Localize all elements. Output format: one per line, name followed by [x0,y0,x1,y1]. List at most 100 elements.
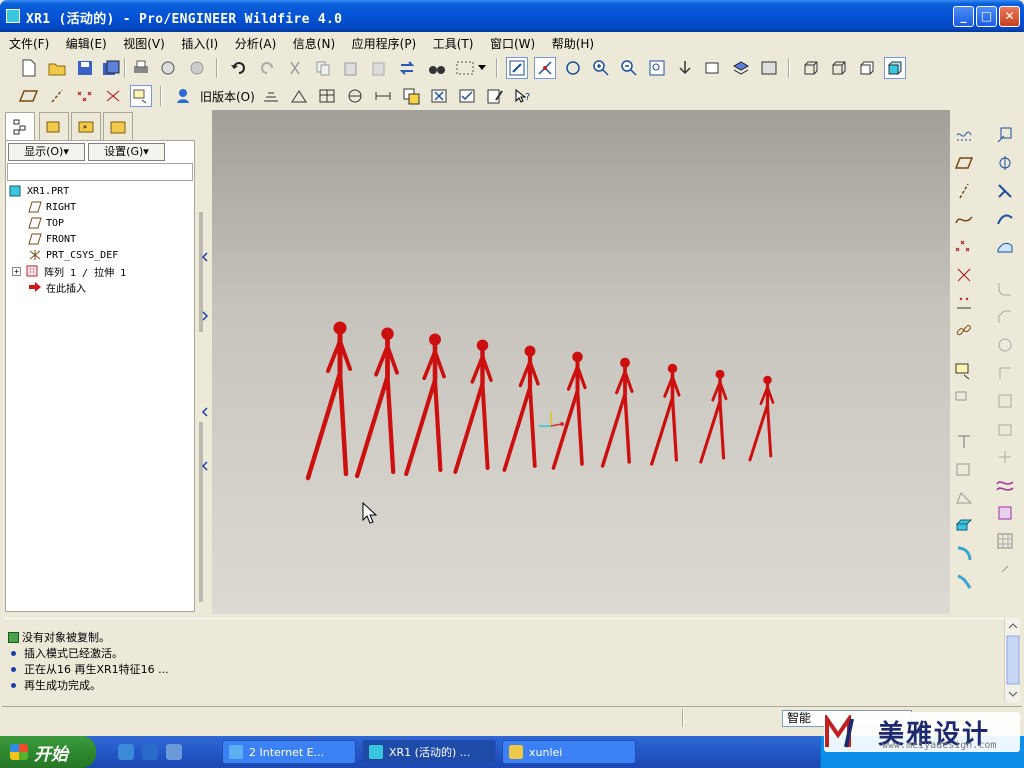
zoom-out-icon[interactable] [618,57,640,79]
rib-tool-icon[interactable] [953,486,975,508]
print-icon[interactable] [130,57,152,79]
find-icon[interactable] [426,57,448,79]
paste-icon[interactable] [340,57,362,79]
save-icon[interactable] [74,57,96,79]
shading-icon[interactable] [884,57,906,79]
revolve-tool-icon[interactable] [953,542,975,564]
legacy-version-label[interactable]: 旧版本(O) [200,88,255,105]
offset-tool-icon[interactable] [994,236,1016,258]
save-copy-icon[interactable] [100,57,122,79]
tab-favorites[interactable]: * [71,112,101,140]
reorient-icon[interactable] [674,57,696,79]
cross-section-icon[interactable] [344,85,366,107]
layers-icon[interactable] [730,57,752,79]
zoom-in-icon[interactable] [590,57,612,79]
menu-help[interactable]: 帮助(H) [545,32,600,52]
warp-tool-icon[interactable] [994,446,1016,468]
spin-center-icon[interactable] [534,57,556,79]
stick-figure[interactable] [502,345,540,472]
annotation-display-icon[interactable] [130,85,152,107]
minimize-button[interactable]: _ [953,6,974,27]
table-feature-icon[interactable] [316,85,338,107]
show-dropdown-button[interactable]: 显示(O)▾ [8,143,85,161]
sketch-datum-icon[interactable] [953,124,975,146]
menu-insert[interactable]: 插入(I) [174,32,224,52]
start-button[interactable]: 开始 [0,736,96,768]
hidden-line-icon[interactable] [828,57,850,79]
tree-item-part[interactable]: XR1.PRT [9,183,69,199]
context-help-icon[interactable] [172,85,194,107]
browser-quicklaunch-icon[interactable] [142,744,158,760]
annotation-tool-icon[interactable] [953,388,975,410]
trim-tool-icon[interactable] [994,208,1016,230]
pattern-tool-icon[interactable] [994,362,1016,384]
delete-box-icon[interactable] [428,85,450,107]
saved-views-icon[interactable] [702,57,724,79]
cut-icon[interactable] [284,57,306,79]
style-tool-icon[interactable] [994,474,1016,496]
stick-figure[interactable] [699,369,728,464]
menu-tools[interactable]: 工具(T) [426,32,480,52]
tab-model-tree[interactable] [5,112,35,141]
settings-dropdown-button[interactable]: 设置(G)▾ [88,143,165,161]
refit-icon[interactable] [646,57,668,79]
draft-tool-icon[interactable] [994,334,1016,356]
new-file-icon[interactable] [18,57,40,79]
menu-info[interactable]: 信息(N) [286,32,341,52]
tree-item-csys[interactable]: PRT_CSYS_DEF [28,247,118,263]
send-link-icon[interactable] [186,57,208,79]
taskbar-item-internet[interactable]: 2 Internet E... [222,740,356,764]
close-button[interactable]: ✕ [999,6,1020,27]
copy-icon[interactable] [312,57,334,79]
redo-icon[interactable] [256,57,278,79]
csys-tool-icon[interactable] [953,264,975,286]
tree-item-top[interactable]: TOP [28,215,64,231]
chamfer-tool-icon[interactable] [994,306,1016,328]
checklist-icon[interactable] [400,85,422,107]
tab-connections[interactable] [103,112,133,140]
ie-quicklaunch-icon[interactable] [118,744,134,760]
expand-icon[interactable]: + [12,266,21,276]
message-scrollbar[interactable] [1004,618,1020,702]
confirm-box-icon[interactable] [456,85,478,107]
datum-plane-tool-icon[interactable] [953,152,975,174]
hole-tool-icon[interactable] [953,430,975,452]
menu-edit[interactable]: 编辑(E) [59,32,113,52]
stick-figure[interactable] [305,321,352,481]
round-tool-icon[interactable] [994,278,1016,300]
stick-figure[interactable] [453,339,493,474]
extrude-tool-icon[interactable] [953,514,975,536]
tab-folder-browser[interactable] [39,112,69,140]
solidify-tool-icon[interactable] [994,418,1016,440]
paste-special-icon[interactable] [368,57,390,79]
grid-tool-icon[interactable] [994,530,1016,552]
stick-figure[interactable] [600,357,634,468]
shell-tool-icon[interactable] [953,458,975,480]
stick-figure[interactable] [748,375,775,462]
menu-analysis[interactable]: 分析(A) [228,32,283,52]
tree-item-front[interactable]: FRONT [28,231,76,247]
tree-item-insert-here[interactable]: 在此插入 [28,279,86,295]
sketch-tool-icon[interactable] [953,360,975,382]
menu-view[interactable]: 视图(V) [116,32,171,52]
tree-filter-box[interactable] [7,163,193,181]
datum-point-tool-icon[interactable] [953,236,975,258]
menu-applications[interactable]: 应用程序(P) [345,32,423,52]
no-hidden-icon[interactable] [856,57,878,79]
tree-item-right[interactable]: RIGHT [28,199,76,215]
graphics-viewport[interactable] [212,110,950,614]
tree-item-pattern[interactable]: + 阵列 1 / 拉伸 1 [12,263,126,279]
merge-tool-icon[interactable] [994,180,1016,202]
thicken-tool-icon[interactable] [994,390,1016,412]
datum-axis-display-icon[interactable] [46,85,68,107]
csys-display-icon[interactable] [102,85,124,107]
taskbar-item-proe[interactable]: XR1 (活动的) ... [362,740,496,764]
datum-plane-display-icon[interactable] [18,85,40,107]
resize-grip-icon[interactable] [994,558,1016,580]
copy-feature-icon[interactable] [994,124,1016,146]
stick-figure[interactable] [650,363,681,466]
stick-figure[interactable] [404,333,446,477]
edit-note-icon[interactable] [484,85,506,107]
sweep-tool-icon[interactable] [953,570,975,592]
menu-file[interactable]: 文件(F) [2,32,55,52]
